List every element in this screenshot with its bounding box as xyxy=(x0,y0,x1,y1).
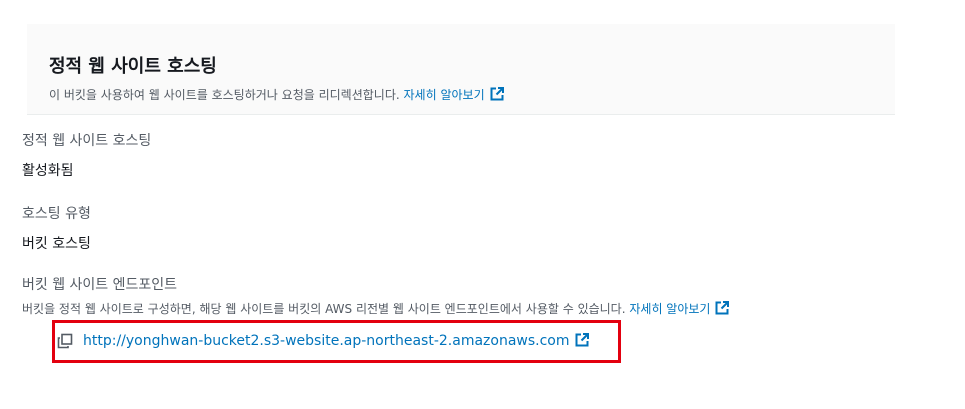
panel-description-text: 이 버킷을 사용하여 웹 사이트를 호스팅하거나 요청을 리디렉션합니다. xyxy=(49,88,400,102)
endpoint-url-link[interactable]: http://yonghwan-bucket2.s3-website.ap-no… xyxy=(83,333,589,349)
external-link-icon xyxy=(575,333,589,347)
endpoint-field: 버킷 웹 사이트 엔드포인트 버킷을 정적 웹 사이트로 구성하면, 해당 웹 … xyxy=(22,274,730,317)
hosting-type-value: 버킷 호스팅 xyxy=(22,236,91,252)
hosting-type-field: 호스팅 유형 버킷 호스팅 xyxy=(22,203,91,253)
endpoint-description-text: 버킷을 정적 웹 사이트로 구성하면, 해당 웹 사이트를 버킷의 AWS 리전… xyxy=(22,302,626,316)
endpoint-url-row: http://yonghwan-bucket2.s3-website.ap-no… xyxy=(57,329,589,353)
external-link-icon xyxy=(490,87,504,101)
external-link-icon xyxy=(715,301,730,315)
panel-title: 정적 웹 사이트 호스팅 xyxy=(49,56,217,77)
panel-description: 이 버킷을 사용하여 웹 사이트를 호스팅하거나 요청을 리디렉션합니다. 자세… xyxy=(49,86,504,103)
header-learn-more-label: 자세히 알아보기 xyxy=(403,88,485,102)
endpoint-label: 버킷 웹 사이트 엔드포인트 xyxy=(22,277,178,293)
endpoint-description: 버킷을 정적 웹 사이트로 구성하면, 해당 웹 사이트를 버킷의 AWS 리전… xyxy=(22,300,730,317)
static-hosting-field: 정적 웹 사이트 호스팅 활성화됨 xyxy=(22,130,151,180)
endpoint-learn-more-label: 자세히 알아보기 xyxy=(629,302,711,316)
hosting-type-label: 호스팅 유형 xyxy=(22,206,91,222)
header-learn-more-link[interactable]: 자세히 알아보기 xyxy=(403,87,504,102)
static-hosting-value: 활성화됨 xyxy=(22,163,74,179)
endpoint-learn-more-link[interactable]: 자세히 알아보기 xyxy=(629,301,730,316)
copy-icon[interactable] xyxy=(57,333,73,349)
panel-header: 정적 웹 사이트 호스팅 이 버킷을 사용하여 웹 사이트를 호스팅하거나 요청… xyxy=(27,24,895,115)
endpoint-url-text: http://yonghwan-bucket2.s3-website.ap-no… xyxy=(83,333,570,349)
static-hosting-label: 정적 웹 사이트 호스팅 xyxy=(22,133,152,149)
